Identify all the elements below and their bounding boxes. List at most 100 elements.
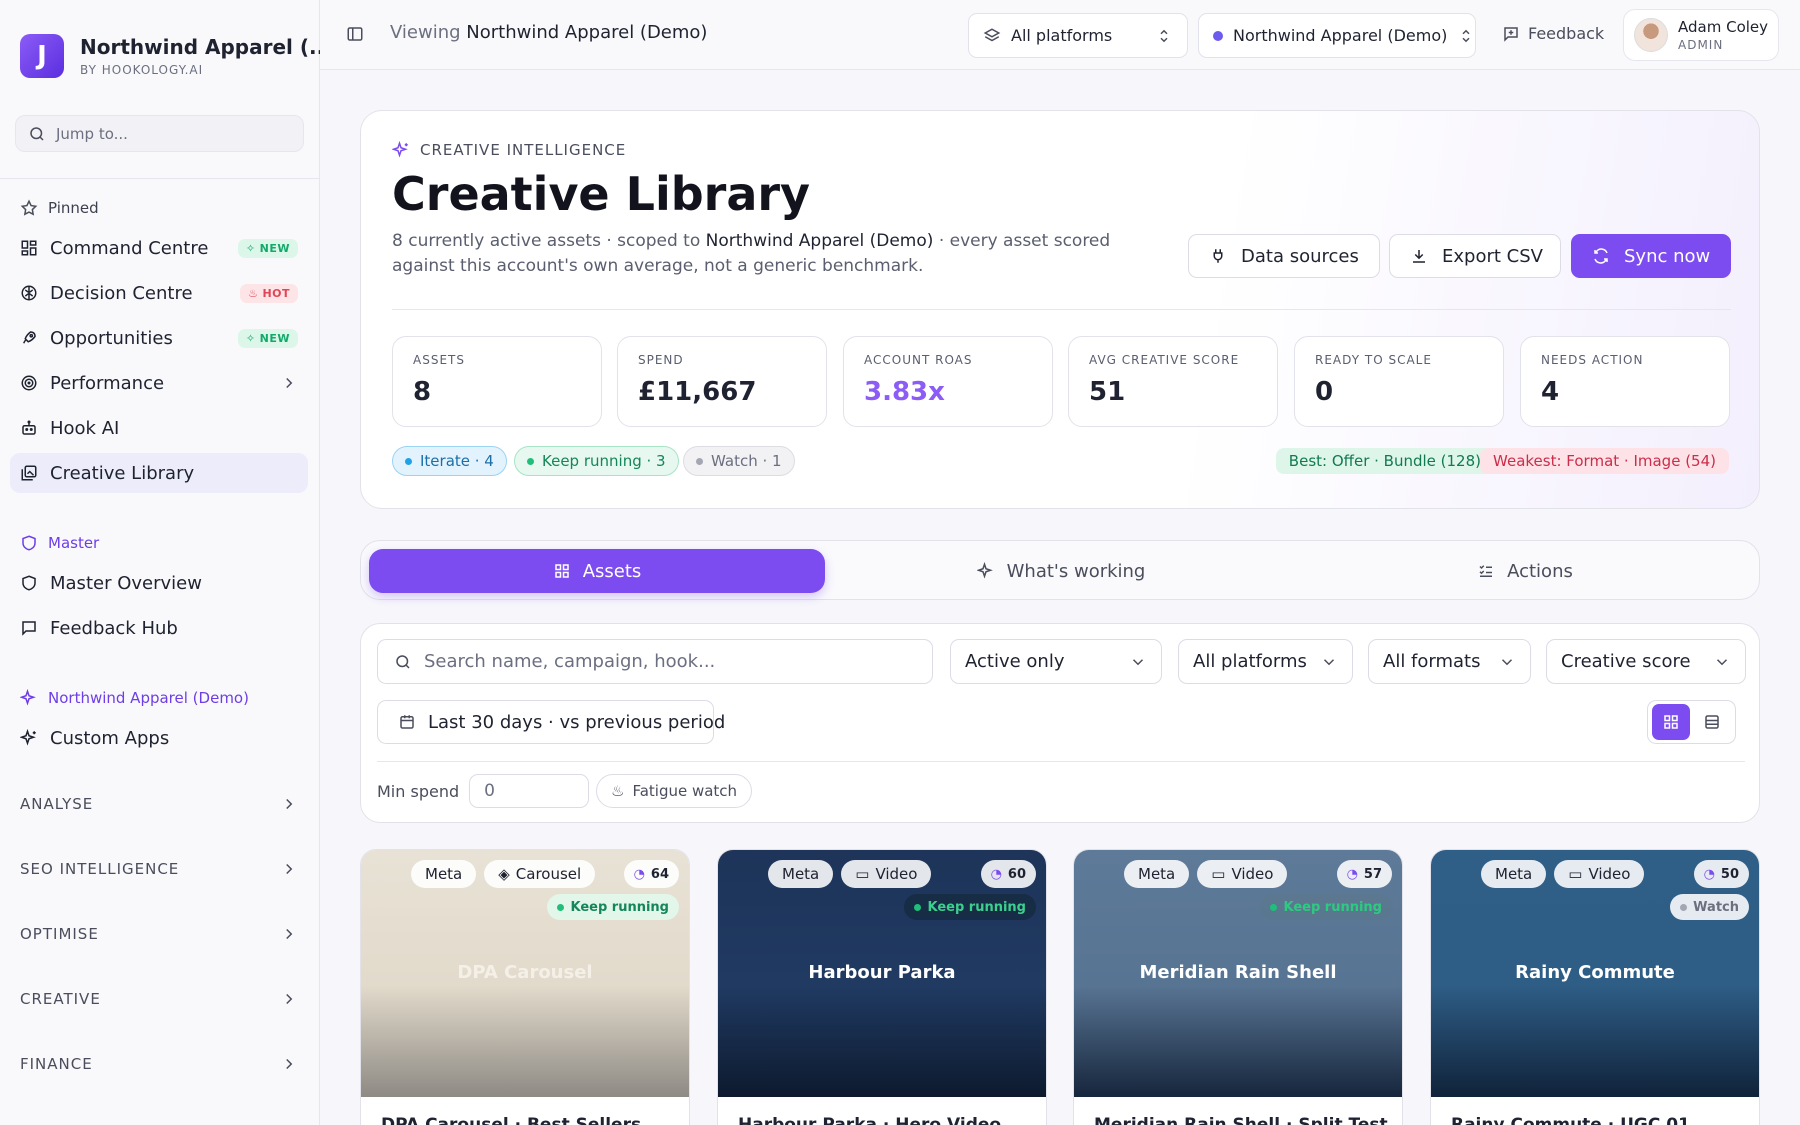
account-select[interactable]: Northwind Apparel (Demo) <box>1198 13 1476 58</box>
section-label: SEO INTELLIGENCE <box>20 860 180 878</box>
status-dot <box>557 903 565 911</box>
list-view-button[interactable] <box>1694 704 1732 740</box>
format-label: Video <box>875 865 918 883</box>
avatar <box>1634 18 1668 52</box>
stat-label: ASSETS <box>413 353 465 367</box>
sidebar: J Northwind Apparel (... BY HOOKOLOGY.AI… <box>0 0 332 1125</box>
section-label: OPTIMISE <box>20 925 99 943</box>
thumbnail-title: Harbour Parka <box>808 962 956 983</box>
sidebar-item-performance[interactable]: Performance <box>10 363 308 403</box>
platform-pill: Meta <box>411 860 477 888</box>
asset-thumbnail: Meta ▭ Video ◔ 50 Watch Rainy Commute <box>1431 850 1759 1097</box>
platform-pill: Meta <box>1481 860 1547 888</box>
data-sources-button[interactable]: Data sources <box>1188 234 1380 278</box>
tab-assets[interactable]: Assets <box>369 549 825 593</box>
tab-actions[interactable]: Actions <box>1297 549 1753 593</box>
chip-label: Iterate · 4 <box>420 452 494 470</box>
master-label: Master <box>48 534 100 552</box>
pinned-nav: Pinned Command Centre ✧ NEW Decision Cent… <box>10 188 308 498</box>
flame-icon: ♨ <box>611 782 625 800</box>
asset-card[interactable]: Meta ◈ Carousel ◔ 64 Keep running DPA Caro… <box>360 849 690 1125</box>
chevron-updown-icon <box>1155 27 1173 45</box>
date-range-button[interactable]: Last 30 days · vs previous period <box>377 700 725 744</box>
format-label: Video <box>1231 865 1274 883</box>
chevron-updown-icon <box>1457 27 1475 45</box>
feedback-button[interactable]: Feedback <box>1502 24 1604 43</box>
status-label: Keep running <box>570 899 669 915</box>
section-seo-intelligence[interactable]: SEO INTELLIGENCE <box>20 860 298 878</box>
platform-filter[interactable]: All platforms <box>1178 639 1353 684</box>
pinned-header: Pinned <box>10 188 308 228</box>
stat-value: 0 <box>1315 377 1334 407</box>
asset-card[interactable]: Meta ▭ Video ◔ 50 Watch Rainy Commute Rain… <box>1430 849 1760 1125</box>
status-dot <box>1270 903 1278 911</box>
gauge-icon: ◔ <box>1346 866 1358 882</box>
brand[interactable]: J Northwind Apparel (... BY HOOKOLOGY.AI <box>20 34 332 78</box>
sparkle-icon <box>976 562 995 580</box>
format-label: Carousel <box>515 865 582 883</box>
stat-label: ACCOUNT ROAS <box>864 353 973 367</box>
asset-name: Harbour Parka · Hero Video <box>738 1115 1002 1125</box>
sidebar-item-custom-apps[interactable]: Custom Apps <box>10 718 308 758</box>
status-dot <box>405 457 412 465</box>
grid-view-button[interactable] <box>1652 704 1690 740</box>
tab-whats-working[interactable]: What's working <box>833 549 1289 593</box>
sidebar-item-creative-library[interactable]: Creative Library <box>10 453 308 493</box>
sidebar-item-label: Hook AI <box>50 417 120 439</box>
shield-icon <box>20 574 38 592</box>
status-filter[interactable]: Active only <box>950 639 1162 684</box>
sidebar-toggle-icon[interactable] <box>346 25 364 43</box>
user-menu[interactable]: Adam Coley ADMIN <box>1623 9 1779 61</box>
video-icon: ▭ <box>855 865 870 883</box>
status-filter-value: Active only <box>965 651 1065 672</box>
pinned-label: Pinned <box>48 199 99 217</box>
asset-tags: Meta ▭ Video <box>1124 860 1288 888</box>
score-value: 60 <box>1007 866 1026 882</box>
section-analyse[interactable]: ANALYSE <box>20 795 298 813</box>
format-pill: ◈ Carousel <box>484 860 596 888</box>
stat-value: 4 <box>1541 377 1560 407</box>
fatigue-watch-toggle[interactable]: ♨ Fatigue watch <box>596 774 753 808</box>
section-creative[interactable]: CREATIVE <box>20 990 298 1008</box>
section-finance[interactable]: FINANCE <box>20 1055 298 1073</box>
asset-name: Rainy Commute · UGC 01 <box>1451 1115 1690 1125</box>
view-mode-toggle <box>1647 700 1736 744</box>
score-badge: ◔ 50 <box>1693 860 1749 888</box>
new-badge: ✧ NEW <box>237 328 298 348</box>
stat-assets: ASSETS 8 <box>392 336 602 427</box>
plug-icon <box>1209 247 1227 265</box>
format-pill: ▭ Video <box>1554 860 1645 888</box>
platform-select[interactable]: All platforms <box>968 13 1188 58</box>
stat-value: £11,667 <box>638 377 757 407</box>
asset-card[interactable]: Meta ▭ Video ◔ 57 Keep running Meridian Ra… <box>1073 849 1403 1125</box>
stat-avg-creative-score: AVG CREATIVE SCORE 51 <box>1068 336 1278 427</box>
format-filter[interactable]: All formats <box>1368 639 1531 684</box>
chevron-right-icon <box>280 990 298 1008</box>
min-spend-input[interactable] <box>469 774 590 808</box>
asset-card[interactable]: Meta ▭ Video ◔ 60 Keep running Harbour Par… <box>717 849 1047 1125</box>
keep-running-chip[interactable]: Keep running · 3 <box>514 446 679 476</box>
thumbnail-title: DPA Carousel <box>457 962 593 983</box>
iterate-chip[interactable]: Iterate · 4 <box>392 446 507 476</box>
sidebar-item-master-overview[interactable]: Master Overview <box>10 563 308 603</box>
chip-label: Keep running · 3 <box>542 452 666 470</box>
hot-badge: ♨ HOT <box>240 283 298 303</box>
sort-select[interactable]: Creative score <box>1546 639 1746 684</box>
section-optimise[interactable]: OPTIMISE <box>20 925 298 943</box>
data-sources-label: Data sources <box>1241 245 1359 267</box>
sidebar-item-feedback-hub[interactable]: Feedback Hub <box>10 608 308 648</box>
sync-now-button[interactable]: Sync now <box>1571 234 1731 278</box>
stat-label: NEEDS ACTION <box>1541 353 1644 367</box>
watch-chip[interactable]: Watch · 1 <box>683 446 795 476</box>
sidebar-item-decision-centre[interactable]: Decision Centre ♨ HOT <box>10 273 308 313</box>
export-csv-button[interactable]: Export CSV <box>1389 234 1561 278</box>
sidebar-item-hook-ai[interactable]: Hook AI <box>10 408 308 448</box>
format-pill: ▭ Video <box>841 860 932 888</box>
asset-tags: Meta ▭ Video <box>1481 860 1645 888</box>
asset-search[interactable]: Search name, campaign, hook... <box>377 639 933 684</box>
jump-to-search[interactable]: Jump to... <box>15 115 304 152</box>
sidebar-item-command-centre[interactable]: Command Centre ✧ NEW <box>10 228 308 268</box>
account-dot <box>1213 30 1223 41</box>
message-icon <box>20 619 38 637</box>
sidebar-item-opportunities[interactable]: Opportunities ✧ NEW <box>10 318 308 358</box>
